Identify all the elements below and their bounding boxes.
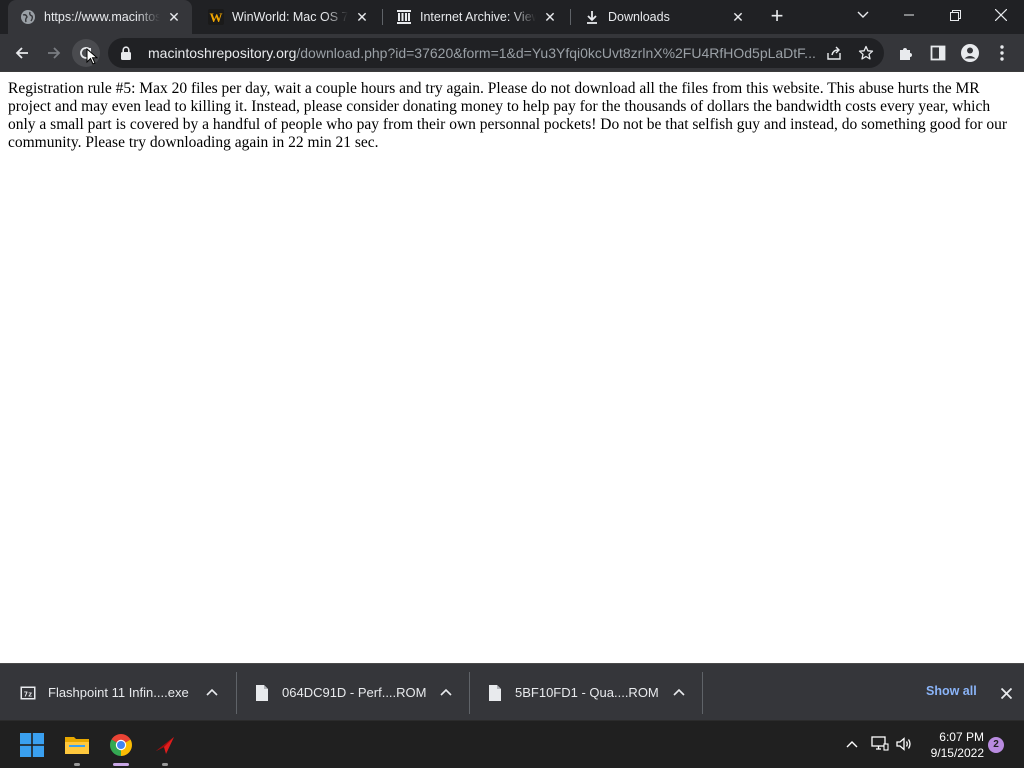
globe-icon	[20, 9, 36, 25]
running-indicator	[162, 763, 168, 766]
app-icon	[156, 737, 174, 754]
tab-title: Internet Archive: View /	[420, 10, 536, 24]
chevron-up-icon[interactable]	[671, 684, 687, 700]
shelf-separator	[702, 672, 703, 714]
mouse-cursor-icon	[86, 48, 98, 65]
url-domain: macintoshrepository.org	[148, 45, 297, 61]
new-tab-button[interactable]: +	[765, 5, 789, 29]
file-icon	[487, 684, 503, 702]
download-filename: Flashpoint 11 Infin....exe	[48, 685, 189, 700]
profile-button[interactable]	[956, 39, 984, 67]
tab-downloads[interactable]: Downloads ✕	[572, 0, 756, 34]
active-indicator	[113, 763, 129, 766]
show-hidden-icons-button[interactable]	[843, 735, 861, 753]
tab-winworld[interactable]: W WinWorld: Mac OS 7 7. ✕	[196, 0, 380, 34]
taskbar-file-explorer[interactable]	[61, 729, 93, 766]
arrow-right-icon	[48, 47, 61, 59]
address-bar[interactable]: macintoshrepository.org/download.php?id=…	[108, 38, 884, 68]
tab-separator	[382, 9, 383, 25]
close-icon	[995, 9, 1007, 21]
chevron-down-icon	[857, 11, 869, 18]
download-filename: 064DC91D - Perf....ROM	[282, 685, 427, 700]
address-url[interactable]: macintoshrepository.org/download.php?id=…	[148, 45, 828, 61]
chrome-logo-icon	[110, 734, 132, 756]
url-path: /download.php?id=37620&form=1&d=Yu3Yfqi0…	[296, 45, 816, 61]
windows-logo-icon	[20, 733, 44, 757]
more-vertical-icon	[1000, 45, 1004, 61]
download-item[interactable]: 7z Flashpoint 11 Infin....exe	[20, 664, 236, 721]
tab-title: Downloads	[608, 10, 670, 24]
profile-avatar-icon	[961, 44, 979, 62]
bookmark-star-icon[interactable]	[858, 45, 874, 61]
restore-icon	[949, 9, 961, 21]
download-icon	[584, 9, 600, 25]
tab-separator	[570, 9, 571, 25]
notification-badge[interactable]: 2	[988, 737, 1004, 753]
winworld-logo-icon: W	[208, 9, 224, 25]
chevron-up-icon[interactable]	[204, 684, 220, 700]
svg-text:W: W	[210, 10, 223, 25]
show-all-downloads-link[interactable]: Show all	[926, 684, 977, 698]
network-icon[interactable]	[871, 735, 889, 753]
tab-search-button[interactable]	[840, 0, 886, 30]
volume-icon[interactable]	[895, 735, 913, 753]
back-button[interactable]	[8, 39, 36, 67]
download-item[interactable]: 064DC91D - Perf....ROM	[254, 664, 468, 721]
tab-internet-archive[interactable]: Internet Archive: View / ✕	[384, 0, 568, 34]
close-tab-icon[interactable]: ✕	[352, 7, 372, 27]
tab-macintosh-repository[interactable]: https://www.macintosh ✕	[8, 0, 192, 34]
arrow-left-icon	[15, 47, 28, 59]
puzzle-icon	[900, 48, 912, 60]
download-shelf: 7z Flashpoint 11 Infin....exe 064DC91D -…	[0, 663, 1024, 720]
extensions-button[interactable]	[892, 39, 920, 67]
browser-toolbar: macintoshrepository.org/download.php?id=…	[0, 34, 1024, 72]
running-indicator	[74, 763, 80, 766]
shelf-separator	[236, 672, 237, 714]
menu-button[interactable]	[988, 39, 1016, 67]
tab-strip: https://www.macintosh ✕ W WinWorld: Mac …	[0, 0, 1024, 34]
archive-icon	[396, 9, 412, 25]
clock-date: 9/15/2022	[930, 746, 984, 760]
shelf-separator	[469, 672, 470, 714]
download-item[interactable]: 5BF10FD1 - Qua....ROM	[487, 664, 701, 721]
close-tab-icon[interactable]: ✕	[540, 7, 560, 27]
side-panel-icon	[930, 45, 946, 61]
rate-limit-message: Registration rule #5: Max 20 files per d…	[8, 80, 1008, 151]
chevron-up-icon	[846, 741, 858, 748]
tab-title: WinWorld: Mac OS 7 7.	[232, 10, 348, 24]
close-window-button[interactable]	[978, 0, 1024, 30]
exe-file-icon: 7z	[20, 684, 36, 702]
lock-icon[interactable]	[120, 46, 134, 60]
download-filename: 5BF10FD1 - Qua....ROM	[515, 685, 659, 700]
share-icon[interactable]	[826, 45, 842, 61]
page-content: Registration rule #5: Max 20 files per d…	[0, 72, 1024, 663]
windows-taskbar: 6:07 PM 9/15/2022 2	[0, 720, 1024, 768]
file-icon	[254, 684, 270, 702]
clock-time: 6:07 PM	[939, 730, 984, 744]
restore-button[interactable]	[932, 0, 978, 30]
side-panel-button[interactable]	[924, 39, 952, 67]
tab-title: https://www.macintosh	[44, 10, 160, 24]
minimize-icon	[904, 14, 914, 16]
taskbar-chrome[interactable]	[105, 729, 137, 766]
chevron-up-icon[interactable]	[438, 684, 454, 700]
close-icon	[1000, 687, 1012, 699]
forward-button[interactable]	[40, 39, 68, 67]
close-tab-icon[interactable]: ✕	[728, 7, 748, 27]
start-button[interactable]	[16, 729, 48, 761]
folder-icon	[65, 737, 89, 754]
close-tab-icon[interactable]: ✕	[164, 7, 184, 27]
system-clock[interactable]: 6:07 PM 9/15/2022	[922, 729, 984, 761]
taskbar-app[interactable]	[149, 729, 181, 766]
close-shelf-button[interactable]	[996, 683, 1016, 703]
svg-text:7z: 7z	[24, 690, 32, 698]
minimize-button[interactable]	[886, 0, 932, 30]
